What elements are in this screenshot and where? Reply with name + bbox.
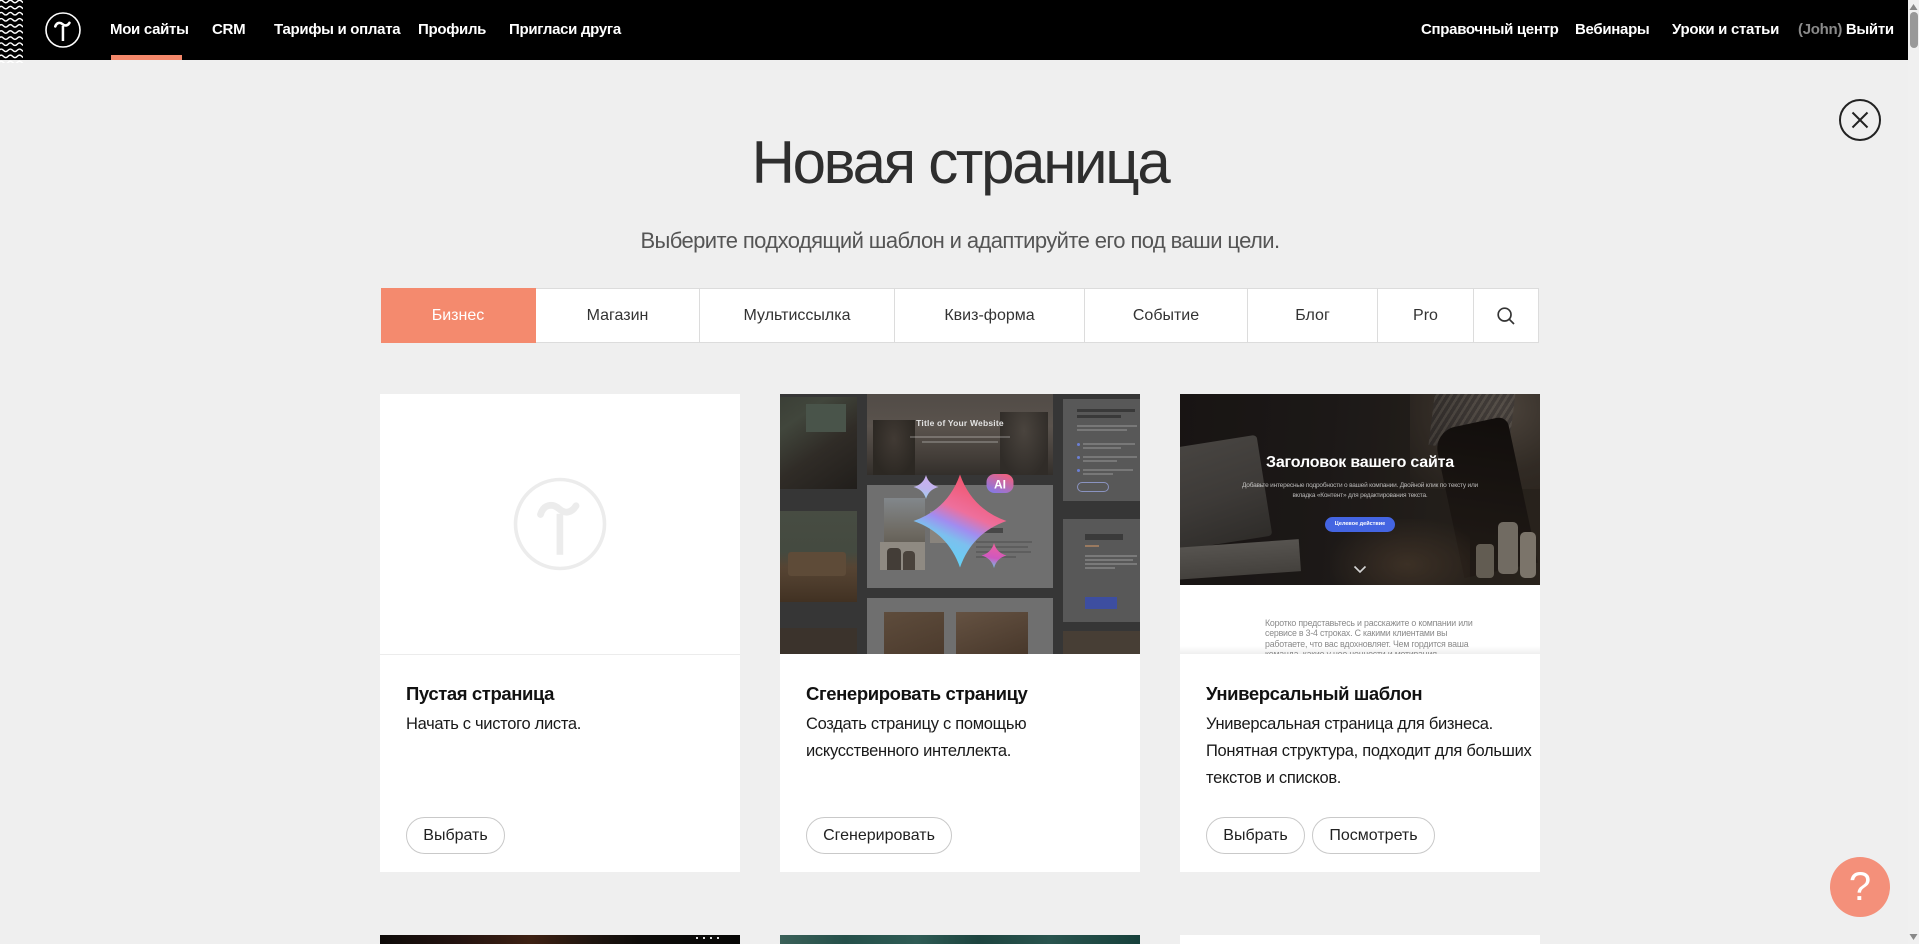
svg-text:AI: AI bbox=[994, 478, 1006, 492]
